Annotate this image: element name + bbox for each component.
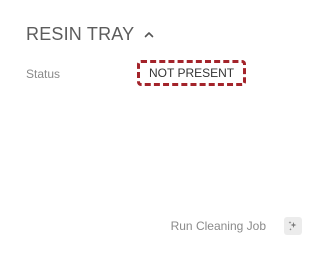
status-value-badge: NOT PRESENT: [137, 60, 247, 86]
status-label: Status: [26, 67, 61, 81]
collapse-button[interactable]: [142, 28, 156, 42]
run-cleaning-job-label: Run Cleaning Job: [170, 219, 266, 233]
status-row: Status NOT PRESENT: [26, 59, 286, 89]
chevron-up-icon: [145, 31, 154, 37]
sparkle-icon: [288, 221, 297, 231]
panel-title: RESIN TRAY: [26, 24, 135, 44]
run-cleaning-job-row: Run Cleaning Job: [171, 217, 302, 235]
panel-header: RESIN TRAY: [26, 24, 156, 45]
run-cleaning-job-button[interactable]: [284, 217, 302, 235]
